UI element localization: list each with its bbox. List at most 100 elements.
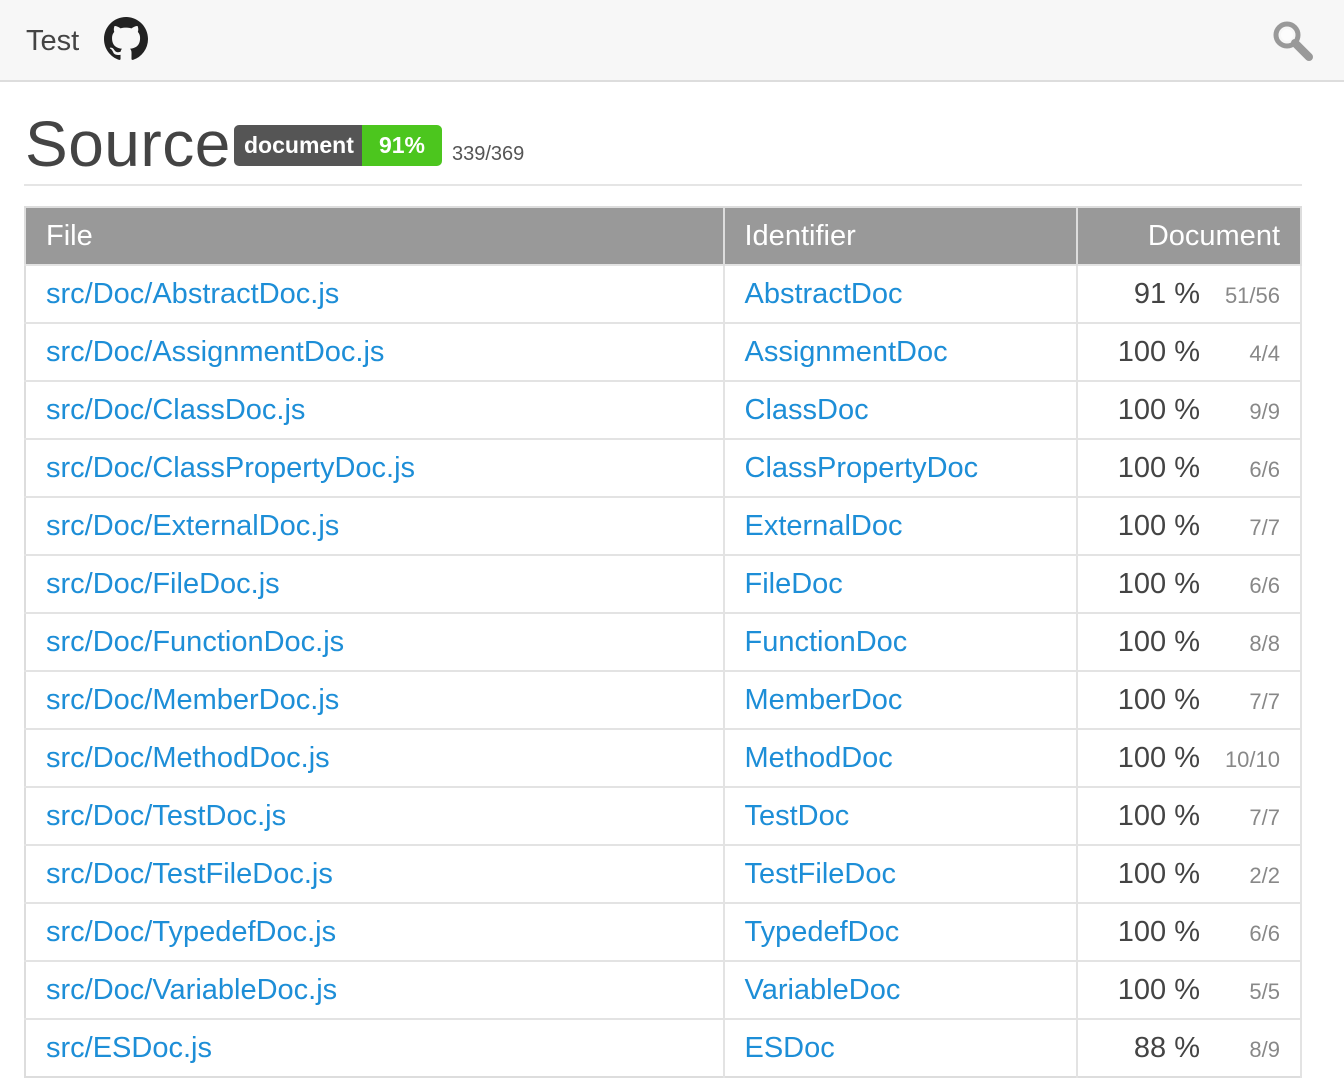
file-link[interactable]: src/Doc/TestDoc.js — [46, 800, 286, 832]
table-row: src/Doc/MemberDoc.js MemberDoc 100 % 7/7 — [25, 670, 1302, 729]
identifier-link[interactable]: TypedefDoc — [745, 916, 900, 948]
document-cell: 100 % 10/10 — [1077, 728, 1302, 787]
document-count: 7/7 — [1249, 688, 1280, 714]
document-count: 9/9 — [1249, 398, 1280, 424]
document-cell: 100 % 7/7 — [1077, 786, 1302, 845]
file-cell: src/Doc/ClassPropertyDoc.js — [25, 438, 725, 497]
file-link[interactable]: src/Doc/ClassPropertyDoc.js — [46, 452, 415, 484]
file-cell: src/Doc/MemberDoc.js — [25, 670, 725, 729]
file-link[interactable]: src/Doc/TypedefDoc.js — [46, 916, 336, 948]
identifier-link[interactable]: TestDoc — [745, 800, 850, 832]
document-count: 7/7 — [1249, 514, 1280, 540]
document-count: 6/6 — [1249, 920, 1280, 946]
identifier-cell: AbstractDoc — [723, 264, 1079, 323]
file-link[interactable]: src/Doc/TestFileDoc.js — [46, 858, 333, 890]
file-link[interactable]: src/Doc/MethodDoc.js — [46, 742, 330, 774]
document-percent: 100 % — [1117, 625, 1200, 658]
file-cell: src/Doc/MethodDoc.js — [25, 728, 725, 787]
document-cell: 100 % 7/7 — [1077, 496, 1302, 555]
identifier-link[interactable]: MethodDoc — [745, 742, 893, 774]
document-cell: 100 % 6/6 — [1077, 902, 1302, 961]
identifier-link[interactable]: ClassDoc — [745, 394, 869, 426]
file-cell: src/Doc/TestFileDoc.js — [25, 844, 725, 903]
document-cell: 100 % 4/4 — [1077, 322, 1302, 381]
file-link[interactable]: src/Doc/FileDoc.js — [46, 568, 280, 600]
table-row: src/Doc/AssignmentDoc.js AssignmentDoc 100… — [25, 322, 1302, 381]
document-percent: 91 % — [1133, 277, 1200, 310]
identifier-cell: FunctionDoc — [723, 612, 1079, 671]
file-link[interactable]: src/Doc/FunctionDoc.js — [46, 626, 344, 658]
identifier-cell: ESDoc — [723, 1018, 1079, 1077]
document-count: 7/7 — [1249, 804, 1280, 830]
identifier-cell: ClassDoc — [723, 380, 1079, 439]
file-cell: src/Doc/ExternalDoc.js — [25, 496, 725, 555]
page-title: Source — [25, 108, 231, 180]
file-cell: src/Doc/FunctionDoc.js — [25, 612, 725, 671]
document-percent: 100 % — [1117, 393, 1200, 426]
document-cell: 91 % 51/56 — [1077, 264, 1302, 323]
identifier-link[interactable]: TestFileDoc — [745, 858, 897, 890]
identifier-cell: ClassPropertyDoc — [723, 438, 1079, 497]
top-nav-bar: Test — [0, 0, 1344, 82]
file-link[interactable]: src/Doc/AbstractDoc.js — [46, 278, 339, 310]
github-icon[interactable] — [104, 17, 148, 61]
file-link[interactable]: src/Doc/AssignmentDoc.js — [46, 336, 384, 368]
column-header-identifier: Identifier — [723, 207, 1079, 265]
table-row: src/Doc/TestDoc.js TestDoc 100 % 7/7 — [25, 786, 1302, 845]
column-header-document: Document — [1077, 207, 1302, 265]
identifier-cell: TestFileDoc — [723, 844, 1079, 903]
document-cell: 100 % 6/6 — [1077, 438, 1302, 497]
document-count: 5/5 — [1249, 978, 1280, 1004]
identifier-cell: MemberDoc — [723, 670, 1079, 729]
file-cell: src/Doc/AbstractDoc.js — [25, 264, 725, 323]
identifier-link[interactable]: AbstractDoc — [745, 278, 903, 310]
document-percent: 100 % — [1117, 509, 1200, 542]
file-link[interactable]: src/Doc/VariableDoc.js — [46, 974, 337, 1006]
document-count: 6/6 — [1249, 456, 1280, 482]
file-link[interactable]: src/Doc/ExternalDoc.js — [46, 510, 339, 542]
document-percent: 100 % — [1117, 857, 1200, 890]
table-row: src/Doc/TestFileDoc.js TestFileDoc 100 % 2/… — [25, 844, 1302, 903]
document-percent: 100 % — [1117, 335, 1200, 368]
table-row: src/Doc/MethodDoc.js MethodDoc 100 % 10/10 — [25, 728, 1302, 787]
identifier-link[interactable]: ExternalDoc — [745, 510, 903, 542]
document-percent: 100 % — [1117, 451, 1200, 484]
document-count: 51/56 — [1224, 282, 1280, 308]
document-cell: 88 % 8/9 — [1077, 1018, 1302, 1077]
coverage-table: File Identifier Document src/Doc/Abstrac… — [24, 206, 1302, 1078]
table-row: src/Doc/TypedefDoc.js TypedefDoc 100 % 6/6 — [25, 902, 1302, 961]
badge-value: 91% — [362, 125, 442, 166]
document-cell: 100 % 2/2 — [1077, 844, 1302, 903]
column-header-file: File — [25, 207, 725, 265]
file-cell: src/Doc/FileDoc.js — [25, 554, 725, 613]
identifier-link[interactable]: FunctionDoc — [745, 626, 908, 658]
coverage-badge: document 91% — [234, 125, 442, 166]
identifier-cell: FileDoc — [723, 554, 1079, 613]
identifier-link[interactable]: MemberDoc — [745, 684, 903, 716]
file-cell: src/Doc/TypedefDoc.js — [25, 902, 725, 961]
table-row: src/Doc/FunctionDoc.js FunctionDoc 100 % 8/… — [25, 612, 1302, 671]
table-row: src/Doc/ClassDoc.js ClassDoc 100 % 9/9 — [25, 380, 1302, 439]
identifier-cell: AssignmentDoc — [723, 322, 1079, 381]
home-link[interactable]: Test — [26, 22, 79, 60]
identifier-link[interactable]: ESDoc — [745, 1032, 835, 1064]
document-count: 8/8 — [1249, 630, 1280, 656]
identifier-link[interactable]: FileDoc — [745, 568, 843, 600]
file-link[interactable]: src/Doc/ClassDoc.js — [46, 394, 305, 426]
table-row: src/Doc/ExternalDoc.js ExternalDoc 100 % 7/… — [25, 496, 1302, 555]
identifier-cell: VariableDoc — [723, 960, 1079, 1019]
file-link[interactable]: src/Doc/MemberDoc.js — [46, 684, 339, 716]
file-cell: src/Doc/ClassDoc.js — [25, 380, 725, 439]
identifier-link[interactable]: AssignmentDoc — [745, 336, 948, 368]
identifier-link[interactable]: ClassPropertyDoc — [745, 452, 979, 484]
document-percent: 100 % — [1117, 567, 1200, 600]
file-cell: src/Doc/TestDoc.js — [25, 786, 725, 845]
document-count: 8/9 — [1249, 1036, 1280, 1062]
main-content: Source document 91% 339/369 File Identif… — [24, 82, 1302, 1078]
identifier-link[interactable]: VariableDoc — [745, 974, 901, 1006]
file-cell: src/Doc/VariableDoc.js — [25, 960, 725, 1019]
search-icon[interactable] — [1270, 18, 1316, 64]
file-link[interactable]: src/ESDoc.js — [46, 1032, 212, 1064]
document-count: 10/10 — [1224, 746, 1280, 772]
document-cell: 100 % 8/8 — [1077, 612, 1302, 671]
